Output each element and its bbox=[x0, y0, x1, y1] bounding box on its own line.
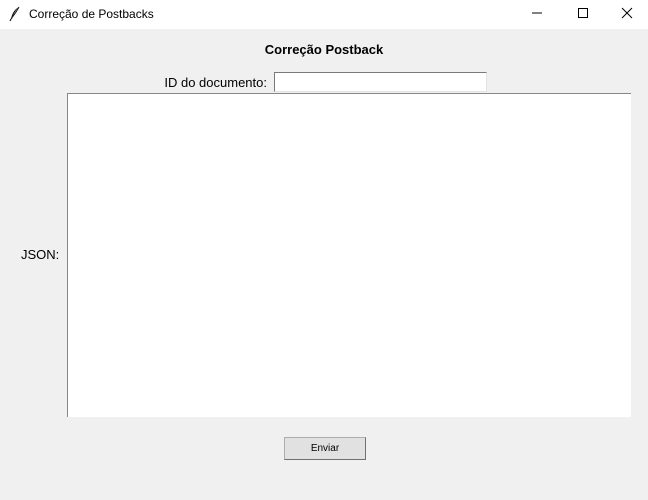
document-id-label: ID do documento: bbox=[164, 75, 267, 90]
close-icon bbox=[621, 6, 633, 24]
minimize-icon bbox=[531, 6, 543, 24]
send-button[interactable]: Enviar bbox=[284, 437, 366, 460]
form-heading: Correção Postback bbox=[264, 42, 384, 57]
maximize-icon bbox=[577, 6, 589, 24]
json-textarea[interactable] bbox=[67, 93, 631, 417]
json-label: JSON: bbox=[21, 247, 60, 262]
maximize-button[interactable] bbox=[560, 0, 606, 29]
window-title: Correção de Postbacks bbox=[29, 7, 154, 21]
close-button[interactable] bbox=[606, 0, 648, 29]
feather-icon bbox=[8, 6, 22, 22]
document-id-input[interactable] bbox=[274, 72, 487, 92]
title-bar[interactable]: Correção de Postbacks bbox=[0, 0, 648, 29]
minimize-button[interactable] bbox=[514, 0, 560, 29]
app-window: Correção de Postbacks Correção Postback … bbox=[0, 0, 648, 500]
